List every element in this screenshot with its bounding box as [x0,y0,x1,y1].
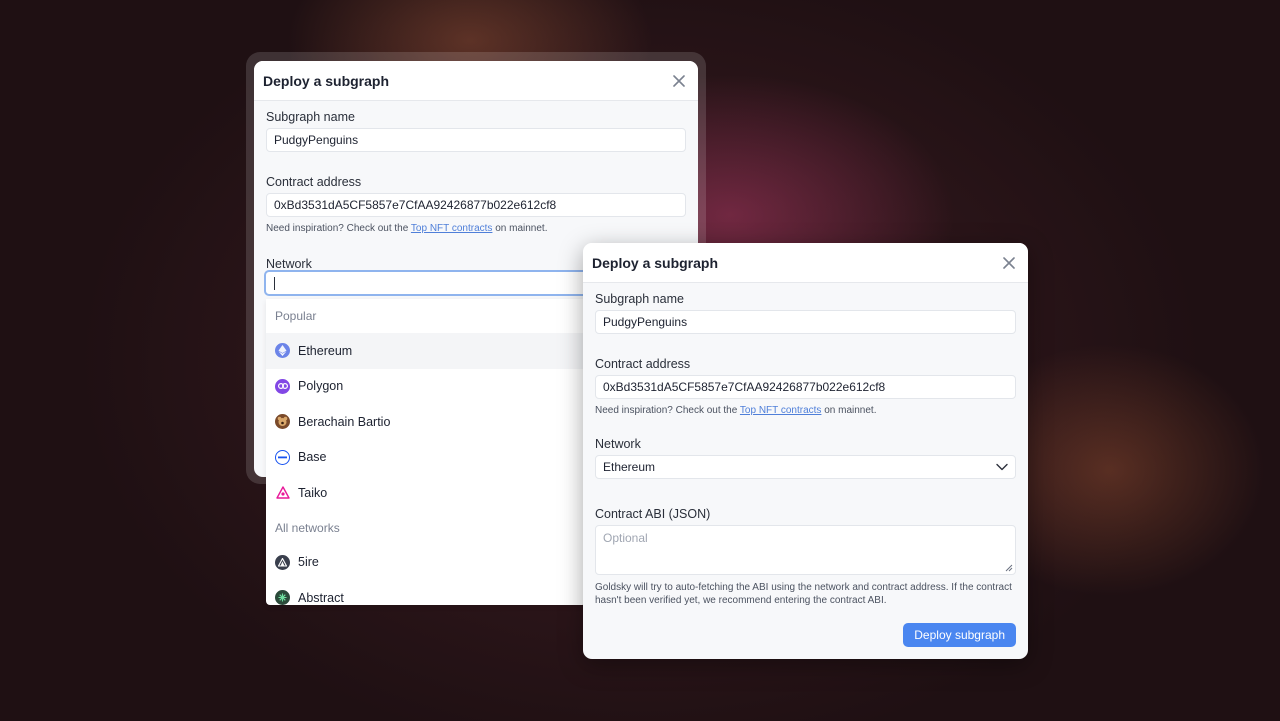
5ire-icon [275,554,290,570]
back-hint-suffix: on mainnet. [492,223,548,234]
taiko-icon [275,485,290,500]
network-option-taiko[interactable]: Taiko [266,475,586,511]
base-icon [275,449,290,465]
front-subgraph-name-value: PudgyPenguins [603,315,688,329]
front-deploy-dialog: Deploy a subgraph Subgraph name PudgyPen… [583,243,1028,659]
network-option-base[interactable]: Base [266,440,586,476]
front-contract-address-input[interactable]: 0xBd3531dA5CF5857e7CfAA92426877b022e612c… [595,375,1016,399]
back-top-nft-link[interactable]: Top NFT contracts [411,223,493,234]
back-subgraph-name-label: Subgraph name [266,110,355,124]
back-close-button[interactable] [670,72,688,90]
network-option-label: Berachain Bartio [298,414,391,429]
back-dialog-header: Deploy a subgraph [254,61,698,101]
front-abi-hint: Goldsky will try to auto-fetching the AB… [595,582,1012,606]
front-inspiration-hint: Need inspiration? Check out the Top NFT … [595,405,1016,416]
text-cursor [274,277,275,290]
front-network-select[interactable]: Ethereum [595,455,1016,479]
popular-group-label: Popular [275,309,317,323]
network-option-label: Taiko [298,485,328,500]
network-option-label: Ethereum [298,343,353,358]
chevron-down-icon [996,463,1008,471]
front-dialog-header: Deploy a subgraph [583,243,1028,283]
network-option-abstract[interactable]: Abstract [266,580,586,605]
front-subgraph-name-input[interactable]: PudgyPenguins [595,310,1016,334]
front-abi-textarea[interactable]: Optional [595,525,1016,575]
front-network-label: Network [595,437,641,451]
back-contract-address-label: Contract address [266,175,362,189]
deploy-subgraph-button[interactable]: Deploy subgraph [903,623,1016,647]
network-dropdown-list: Popular Ethereum Polygon Berachain Barti… [266,299,586,605]
close-icon [1003,256,1015,269]
close-icon [673,74,685,87]
front-hint-prefix: Need inspiration? Check out the [595,405,740,416]
network-option-label: Abstract [298,590,344,605]
network-option-berachain-bartio[interactable]: Berachain Bartio [266,404,586,440]
all-networks-group-label: All networks [275,520,340,535]
back-network-search-input[interactable] [264,270,594,296]
abstract-icon [275,590,290,605]
network-option-label: Base [298,450,327,465]
back-inspiration-hint: Need inspiration? Check out the Top NFT … [266,223,686,234]
front-subgraph-name-label: Subgraph name [595,292,684,306]
front-contract-address-label: Contract address [595,357,691,371]
berachain-icon [275,414,290,430]
back-subgraph-name-value: PudgyPenguins [274,133,359,147]
network-option-label: 5ire [298,555,319,570]
network-option-label: Polygon [298,379,344,394]
front-network-value: Ethereum [603,460,656,474]
front-contract-address-value: 0xBd3531dA5CF5857e7CfAA92426877b022e612c… [603,380,886,394]
front-abi-label: Contract ABI (JSON) [595,507,711,521]
ethereum-icon [275,343,290,359]
front-top-nft-link[interactable]: Top NFT contracts [740,405,822,416]
back-contract-address-value: 0xBd3531dA5CF5857e7CfAA92426877b022e612c… [274,198,557,212]
network-option-5ire[interactable]: 5ire [266,545,586,581]
network-option-polygon[interactable]: Polygon [266,369,586,405]
network-option-ethereum[interactable]: Ethereum [266,333,586,369]
front-close-button[interactable] [1000,254,1018,272]
front-dialog-title: Deploy a subgraph [592,254,719,271]
resize-grip-icon[interactable] [1005,564,1013,572]
back-contract-address-input[interactable]: 0xBd3531dA5CF5857e7CfAA92426877b022e612c… [266,193,686,217]
front-hint-suffix: on mainnet. [821,405,877,416]
back-hint-prefix: Need inspiration? Check out the [266,223,411,234]
back-subgraph-name-input[interactable]: PudgyPenguins [266,128,686,152]
front-abi-placeholder: Optional [603,531,648,545]
back-dialog-title: Deploy a subgraph [263,72,390,89]
polygon-icon [275,378,290,394]
